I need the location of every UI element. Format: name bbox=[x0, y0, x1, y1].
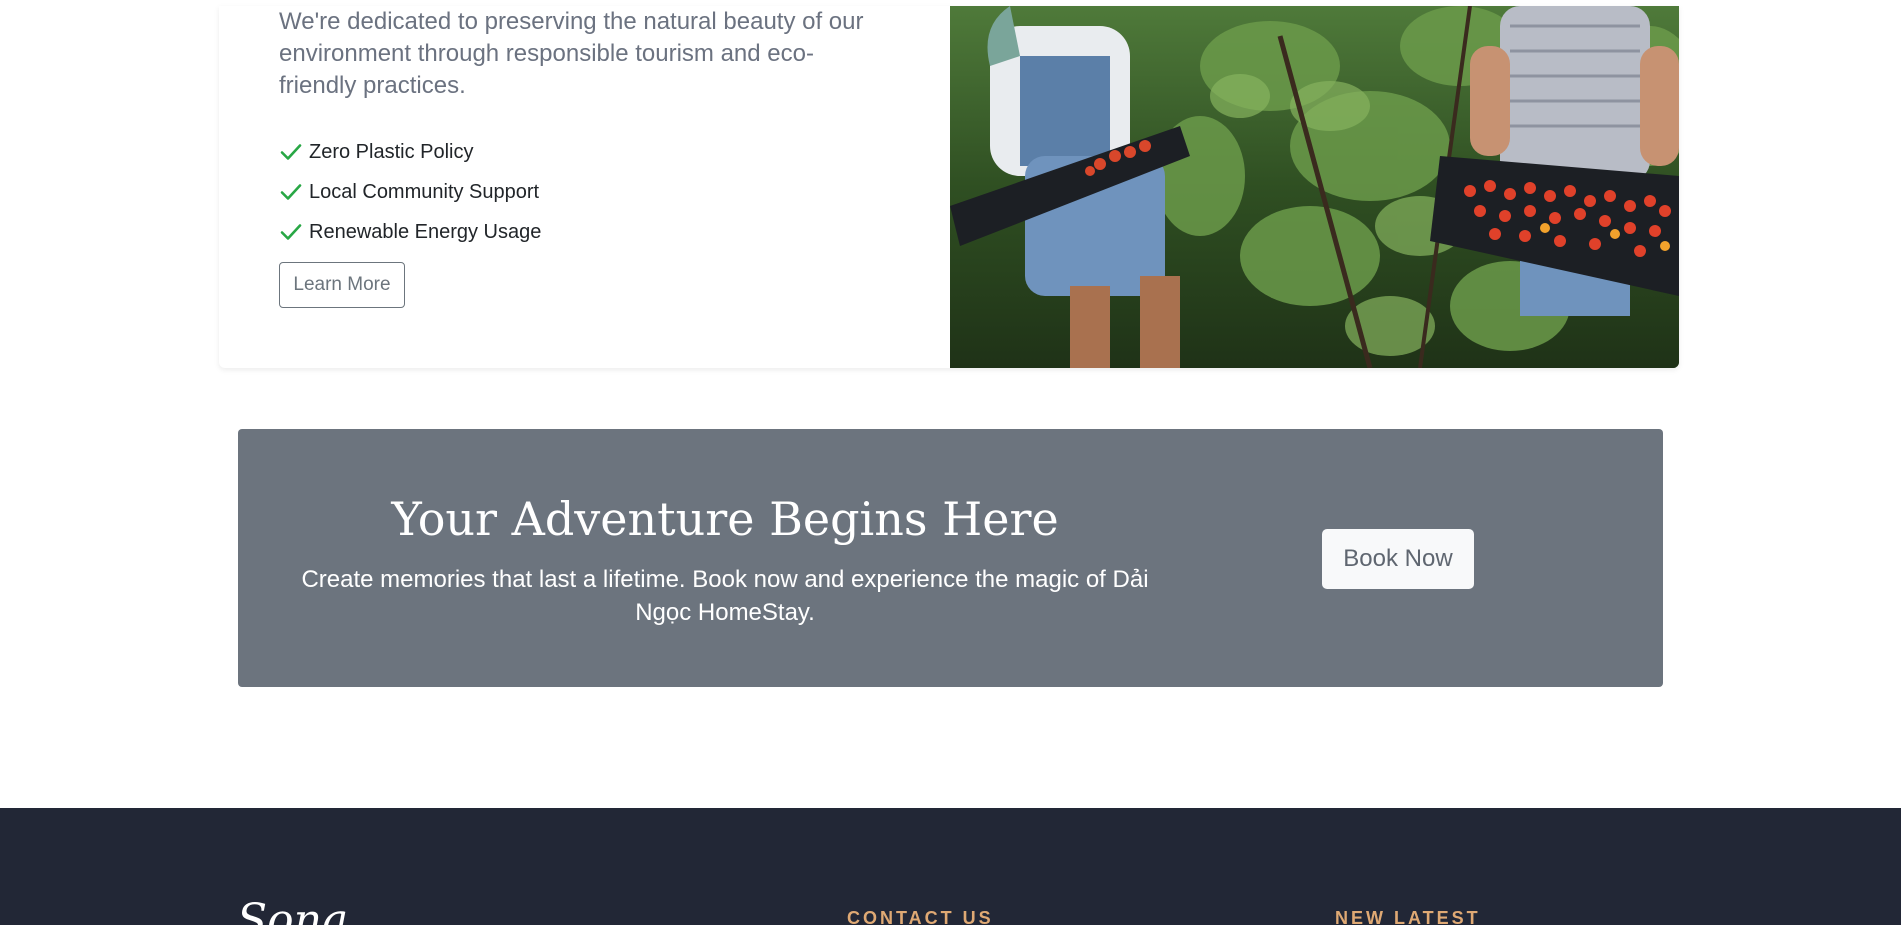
footer-latest-heading: NEW LATEST bbox=[1335, 908, 1481, 928]
garden-harvest-photo bbox=[950, 6, 1679, 368]
feature-label: Renewable Energy Usage bbox=[309, 220, 542, 243]
check-icon bbox=[280, 144, 302, 160]
footer-logo[interactable]: Sona bbox=[237, 896, 348, 946]
book-now-button[interactable]: Book Now bbox=[1322, 529, 1474, 589]
feature-label: Zero Plastic Policy bbox=[309, 140, 474, 163]
feature-item: Renewable Energy Usage bbox=[279, 212, 541, 252]
feature-item: Local Community Support bbox=[279, 172, 541, 212]
cta-title: Your Adventure Begins Here bbox=[391, 492, 1059, 546]
feature-item: Zero Plastic Policy bbox=[279, 132, 541, 172]
check-icon bbox=[280, 184, 302, 200]
cta-banner: Your Adventure Begins Here Create memori… bbox=[238, 429, 1663, 687]
cta-subtitle: Create memories that last a lifetime. Bo… bbox=[301, 566, 1149, 626]
footer-contact-heading: CONTACT US bbox=[847, 908, 994, 928]
eco-section-card: We're dedicated to preserving the natura… bbox=[219, 6, 1679, 368]
check-icon bbox=[280, 224, 302, 240]
eco-description: We're dedicated to preserving the natura… bbox=[279, 8, 864, 99]
feature-label: Local Community Support bbox=[309, 180, 540, 203]
garden-harvest-illustration bbox=[950, 6, 1679, 368]
feature-list: Zero Plastic Policy Local Community Supp… bbox=[279, 132, 541, 252]
site-footer: Sona CONTACT US NEW LATEST bbox=[0, 808, 1901, 946]
learn-more-button[interactable]: Learn More bbox=[279, 262, 405, 308]
